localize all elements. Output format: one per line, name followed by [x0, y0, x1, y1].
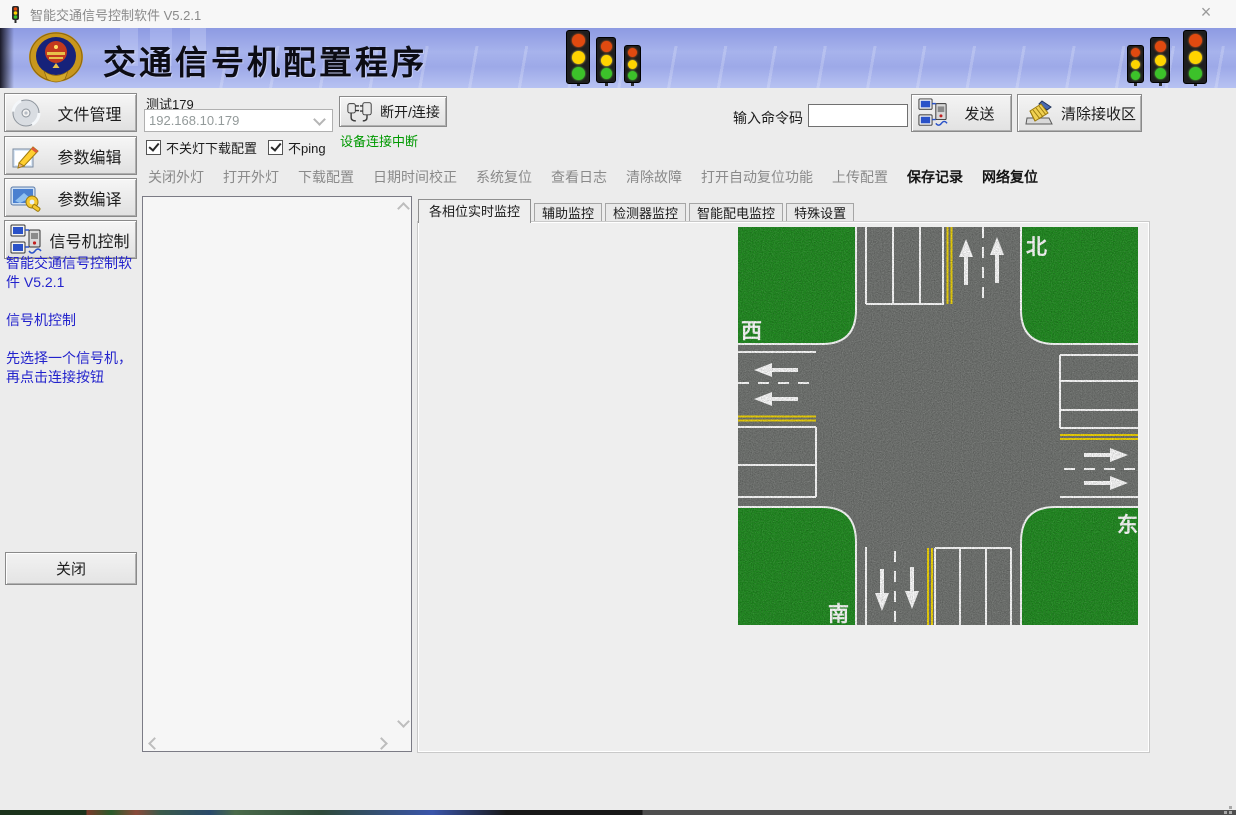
- compile-wrench-icon: [9, 182, 43, 214]
- computers-icon: [9, 224, 43, 256]
- checkbox-box: [146, 140, 161, 155]
- traffic-light-decoration: [624, 45, 641, 86]
- command-code-label: 输入命令码: [733, 108, 803, 128]
- titlebar: 智能交通信号控制软件 V5.2.1 ×: [0, 0, 1236, 28]
- traffic-light-decoration: [1183, 30, 1207, 86]
- menu-item-close-external-lights[interactable]: 关闭外灯: [148, 167, 204, 187]
- sidebar-button-parameter-edit[interactable]: 参数编辑: [4, 136, 137, 175]
- sidebar-button-label: 参数编辑: [43, 144, 136, 168]
- clear-receive-area-button[interactable]: 清除接收区: [1017, 94, 1142, 132]
- scroll-left-button[interactable]: [145, 735, 161, 751]
- pencil-icon: [9, 140, 43, 172]
- app-traffic-light-icon: [8, 6, 23, 23]
- menu-item-download-config[interactable]: 下载配置: [298, 167, 354, 187]
- texture-noise: [738, 227, 1138, 625]
- checkbox-label: 不关灯下载配置: [166, 138, 257, 157]
- traffic-light-decoration: [1150, 37, 1170, 86]
- intersection-monitor: 北 西 南 东: [738, 227, 1138, 625]
- scroll-down-button[interactable]: [395, 715, 411, 731]
- menu-item-save-record[interactable]: 保存记录: [907, 167, 963, 187]
- window-title: 智能交通信号控制软件 V5.2.1: [30, 5, 201, 24]
- close-icon[interactable]: ×: [1194, 2, 1218, 23]
- menu-item-view-log[interactable]: 查看日志: [551, 167, 607, 187]
- tab-realtime-phase-monitor[interactable]: 各相位实时监控: [418, 199, 531, 223]
- cd-icon: [9, 97, 43, 129]
- check-icon: [148, 140, 159, 152]
- connection-status-text: 设备连接中断: [340, 131, 418, 150]
- checkbox-download-no-lightoff[interactable]: 不关灯下载配置: [146, 138, 257, 157]
- checkbox-box: [268, 140, 283, 155]
- tab-detector-monitor[interactable]: 检测器监控: [605, 203, 686, 223]
- bottom-edge-strip: [0, 810, 1236, 815]
- menu-item-open-external-lights[interactable]: 打开外灯: [223, 167, 279, 187]
- sidebar-button-parameter-compile[interactable]: 参数编译: [4, 178, 137, 217]
- device-ip-value: 192.168.10.179: [145, 113, 315, 128]
- sidebar-button-label: 参数编译: [43, 186, 136, 210]
- banner-edge-shadow: [0, 28, 14, 88]
- sidebar-hint-text: 先选择一个信号机，再点击连接按钮: [6, 349, 138, 387]
- menu-item-system-reset[interactable]: 系统复位: [476, 167, 532, 187]
- sidebar-button-label: 信号机控制: [43, 228, 136, 252]
- clear-button-label: 清除接收区: [1056, 103, 1141, 124]
- sidebar-app-version-text: 智能交通信号控制软件 V5.2.1: [6, 254, 138, 292]
- connect-button-label: 断开/连接: [374, 102, 446, 122]
- traffic-light-decoration: [566, 30, 590, 86]
- send-button[interactable]: 发送: [911, 94, 1012, 132]
- menu-item-upload-config[interactable]: 上传配置: [832, 167, 888, 187]
- menu-item-auto-reset-function[interactable]: 打开自动复位功能: [701, 167, 813, 187]
- header-banner: 交通信号机配置程序: [0, 28, 1236, 88]
- check-icon: [270, 140, 281, 152]
- scroll-up-button[interactable]: [395, 199, 411, 215]
- app-window: 智能交通信号控制软件 V5.2.1 × 交通信号机配置程序: [0, 0, 1236, 815]
- tab-auxiliary-monitor[interactable]: 辅助监控: [534, 203, 602, 223]
- command-menu-row: 关闭外灯 打开外灯 下载配置 日期时间校正 系统复位 查看日志 清除故障 打开自…: [148, 167, 1038, 187]
- scroll-right-button[interactable]: [375, 735, 391, 751]
- menu-item-network-reset[interactable]: 网络复位: [982, 167, 1038, 187]
- police-badge-icon: [25, 31, 87, 85]
- broom-icon: [1024, 98, 1056, 128]
- receive-area-panel[interactable]: [142, 196, 412, 752]
- menu-item-clear-fault[interactable]: 清除故障: [626, 167, 682, 187]
- command-code-input[interactable]: [808, 104, 908, 127]
- checkbox-no-ping[interactable]: 不ping: [268, 138, 326, 157]
- sidebar-button-file-management[interactable]: 文件管理: [4, 93, 137, 132]
- resize-grip[interactable]: [1229, 806, 1232, 809]
- traffic-light-decoration: [1127, 45, 1144, 86]
- chevron-down-icon: [313, 113, 326, 126]
- plug-connector-icon: [346, 100, 374, 124]
- menu-item-datetime-correction[interactable]: 日期时间校正: [373, 167, 457, 187]
- sidebar-button-label: 文件管理: [43, 101, 136, 125]
- send-button-label: 发送: [948, 103, 1011, 124]
- tab-smart-power-monitor[interactable]: 智能配电监控: [689, 203, 783, 223]
- checkbox-label: 不ping: [288, 138, 326, 157]
- close-app-button[interactable]: 关闭: [5, 552, 137, 585]
- traffic-light-decoration: [596, 37, 616, 86]
- connect-disconnect-button[interactable]: 断开/连接: [339, 96, 447, 127]
- monitor-tabs: 各相位实时监控 辅助监控 检测器监控 智能配电监控 特殊设置: [418, 199, 857, 223]
- banner-title: 交通信号机配置程序: [103, 36, 427, 84]
- sidebar-mode-text: 信号机控制: [6, 311, 138, 330]
- tab-special-settings[interactable]: 特殊设置: [786, 203, 854, 223]
- device-ip-combobox[interactable]: 192.168.10.179: [144, 109, 333, 132]
- computers-icon: [918, 98, 948, 128]
